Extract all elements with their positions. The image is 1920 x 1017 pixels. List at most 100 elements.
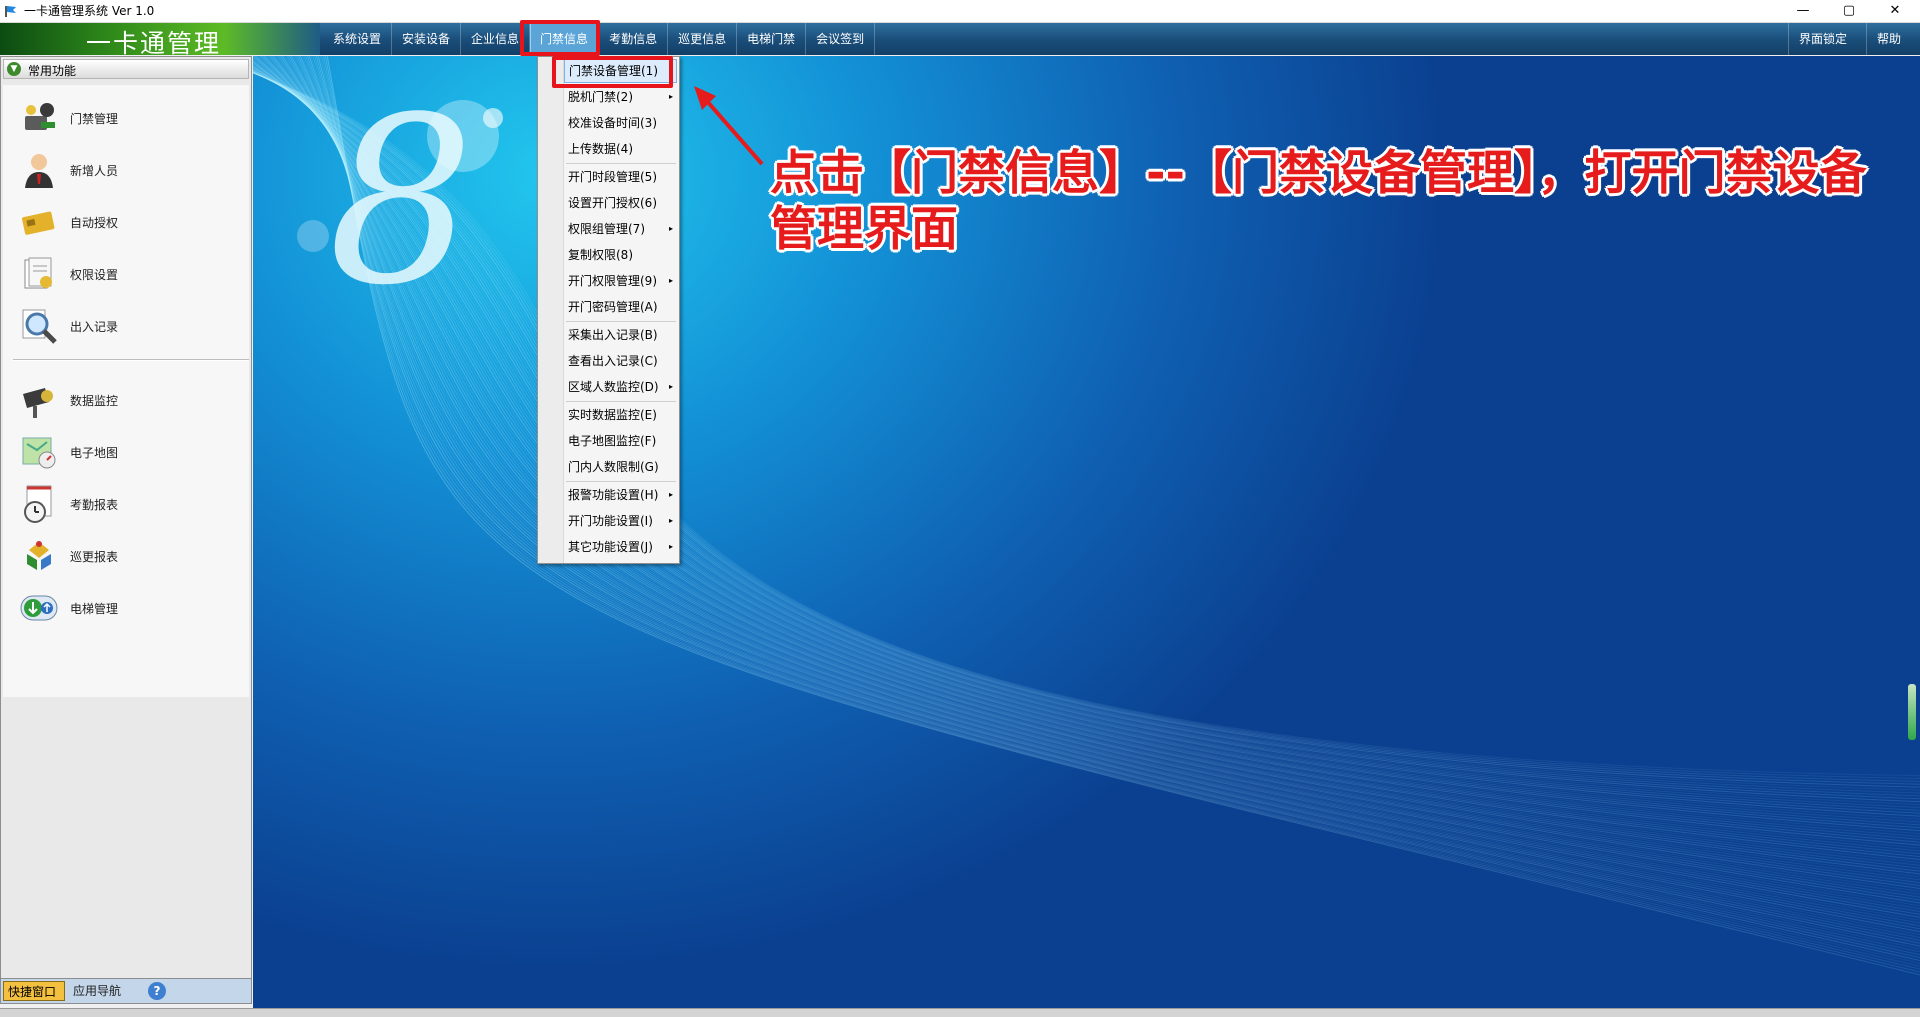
submenu-arrow-icon: ▸ bbox=[668, 224, 673, 233]
close-button[interactable]: ✕ bbox=[1872, 0, 1918, 22]
patrol-icon bbox=[27, 541, 51, 570]
map-icon bbox=[22, 437, 56, 469]
menu-item-upload-data[interactable]: 上传数据(4) bbox=[564, 137, 677, 161]
tab-app-navigation[interactable]: 应用导航 bbox=[69, 981, 133, 1001]
menu-item-collect-records[interactable]: 采集出入记录(B) bbox=[564, 323, 677, 347]
menu-item-calibrate-time[interactable]: 校准设备时间(3) bbox=[564, 111, 677, 135]
shortcut-label: 权限设置 bbox=[70, 268, 119, 282]
shortcut-add-person[interactable]: 新增人员 bbox=[3, 145, 249, 195]
menu-attendance-info[interactable]: 考勤信息 bbox=[599, 23, 669, 55]
clock-icon bbox=[24, 485, 52, 523]
menu-item-set-door-authorization[interactable]: 设置开门授权(6) bbox=[564, 191, 677, 215]
menu-item-alarm-settings[interactable]: 报警功能设置(H) ▸ bbox=[564, 483, 677, 507]
menu-item-realtime-monitor[interactable]: 实时数据监控(E) bbox=[564, 403, 677, 427]
shortcut-label: 电梯管理 bbox=[70, 602, 119, 616]
logo-8-graphic: 8 bbox=[297, 69, 503, 336]
logo: 一卡通管理 bbox=[0, 23, 320, 58]
menu-item-door-time-periods[interactable]: 开门时段管理(5) bbox=[564, 165, 677, 189]
card-icon bbox=[22, 211, 55, 235]
menu-item-label: 实时数据监控(E) bbox=[568, 408, 657, 422]
menu-item-other-settings[interactable]: 其它功能设置(J) ▸ bbox=[564, 535, 677, 559]
shortcut-permission-settings[interactable]: 权限设置 bbox=[3, 249, 249, 299]
menu-item-door-function-settings[interactable]: 开门功能设置(I) ▸ bbox=[564, 509, 677, 533]
menu-item-label: 权限组管理(7) bbox=[568, 222, 645, 236]
menu-item-door-password-management[interactable]: 开门密码管理(A) bbox=[564, 295, 677, 319]
submenu-arrow-icon: ▸ bbox=[668, 382, 673, 391]
svg-text:8: 8 bbox=[328, 69, 474, 336]
common-functions-header[interactable]: ▼ 常用功能 bbox=[3, 59, 249, 79]
menu-gutter bbox=[538, 57, 564, 563]
lock-interface-button[interactable]: 界面锁定 bbox=[1788, 23, 1857, 55]
collapse-icon[interactable]: ▼ bbox=[7, 62, 21, 76]
menu-item-label: 脱机门禁(2) bbox=[568, 90, 633, 104]
menu-item-label: 复制权限(8) bbox=[568, 248, 633, 262]
window-title: 一卡通管理系统 Ver 1.0 bbox=[24, 4, 155, 18]
magnifier-icon bbox=[22, 309, 57, 344]
tab-quick-window[interactable]: 快捷窗口 bbox=[3, 981, 65, 1001]
menu-item-label: 校准设备时间(3) bbox=[568, 116, 657, 130]
submenu-arrow-icon: ▸ bbox=[668, 490, 673, 499]
scroll-indicator[interactable] bbox=[1908, 684, 1916, 740]
title-bar: 一卡通管理系统 Ver 1.0 — ▢ ✕ bbox=[0, 0, 1920, 23]
logo-text: 一卡通管理 bbox=[86, 29, 222, 58]
menu-item-area-occupancy-monitor[interactable]: 区域人数监控(D) ▸ bbox=[564, 375, 677, 399]
shortcut-patrol-report[interactable]: 巡更报表 bbox=[3, 531, 249, 581]
shortcut-label: 门禁管理 bbox=[70, 112, 119, 126]
menu-item-label: 开门时段管理(5) bbox=[568, 170, 657, 184]
menu-item-label: 查看出入记录(C) bbox=[568, 354, 658, 368]
camera-icon bbox=[23, 388, 53, 418]
menu-item-label: 开门权限管理(9) bbox=[568, 274, 657, 288]
shortcut-label: 新增人员 bbox=[70, 164, 119, 178]
menu-system-settings[interactable]: 系统设置 bbox=[323, 23, 393, 55]
shortcut-data-monitor[interactable]: 数据监控 bbox=[3, 375, 249, 425]
annotation-text: 点击【门禁信息】--【门禁设备管理】，打开门禁设备管理界面 bbox=[770, 146, 1867, 257]
menu-separator bbox=[566, 481, 676, 482]
shortcut-label: 出入记录 bbox=[70, 320, 119, 334]
menu-item-indoor-limit[interactable]: 门内人数限制(G) bbox=[564, 455, 677, 479]
help-button[interactable]: 帮助 bbox=[1866, 23, 1911, 55]
menu-item-label: 开门密码管理(A) bbox=[568, 300, 658, 314]
shortcut-elevator-management[interactable]: 电梯管理 bbox=[3, 583, 249, 633]
shortcut-access-records[interactable]: 出入记录 bbox=[3, 301, 249, 351]
menu-item-label: 上传数据(4) bbox=[568, 142, 633, 156]
shortcut-access-management[interactable]: 门禁管理 bbox=[3, 93, 249, 143]
shortcut-attendance-report[interactable]: 考勤报表 bbox=[3, 479, 249, 529]
help-icon: ? bbox=[148, 982, 166, 1000]
menu-banner: 一卡通管理 系统设置 安装设备 企业信息 门禁信息 考勤信息 巡更信息 电梯门禁… bbox=[0, 23, 1920, 58]
minimize-button[interactable]: — bbox=[1780, 0, 1826, 22]
menu-install-device[interactable]: 安装设备 bbox=[392, 23, 462, 55]
panel-tabs: 快捷窗口 应用导航 ? bbox=[0, 978, 252, 1004]
maximize-button[interactable]: ▢ bbox=[1826, 0, 1872, 22]
shortcut-label: 数据监控 bbox=[70, 394, 119, 408]
shortcut-electronic-map[interactable]: 电子地图 bbox=[3, 427, 249, 477]
menu-meeting-signin[interactable]: 会议签到 bbox=[806, 23, 876, 55]
menu-item-label: 报警功能设置(H) bbox=[568, 488, 659, 502]
menu-item-label: 开门功能设置(I) bbox=[568, 514, 653, 528]
elevator-icon bbox=[20, 595, 58, 621]
menu-patrol-info[interactable]: 巡更信息 bbox=[668, 23, 738, 55]
submenu-arrow-icon: ▸ bbox=[668, 276, 673, 285]
submenu-arrow-icon: ▸ bbox=[668, 516, 673, 525]
menu-item-map-monitor[interactable]: 电子地图监控(F) bbox=[564, 429, 677, 453]
left-panel: ▼ 常用功能 门禁管理 新增人员 自动授权 权限设置 出入记录 数据监控 电子地… bbox=[0, 56, 252, 979]
access-control-icon bbox=[25, 103, 55, 130]
menu-item-permission-groups[interactable]: 权限组管理(7) ▸ bbox=[564, 217, 677, 241]
menu-item-view-records[interactable]: 查看出入记录(C) bbox=[564, 349, 677, 373]
menu-item-copy-permissions[interactable]: 复制权限(8) bbox=[564, 243, 677, 267]
menu-item-offline-access[interactable]: 脱机门禁(2) ▸ bbox=[564, 85, 677, 109]
divider bbox=[13, 359, 249, 361]
shortcut-auto-authorize[interactable]: 自动授权 bbox=[3, 197, 249, 247]
shortcut-label: 巡更报表 bbox=[70, 550, 119, 564]
menu-separator bbox=[566, 321, 676, 322]
menu-item-label: 电子地图监控(F) bbox=[568, 434, 657, 448]
help-tab[interactable]: ? bbox=[141, 981, 173, 1001]
menu-elevator-access[interactable]: 电梯门禁 bbox=[737, 23, 807, 55]
shortcut-label: 考勤报表 bbox=[70, 498, 119, 512]
document-icon bbox=[24, 257, 52, 289]
person-icon bbox=[25, 154, 53, 188]
menu-item-label: 采集出入记录(B) bbox=[568, 328, 658, 342]
menu-item-door-permission-management[interactable]: 开门权限管理(9) ▸ bbox=[564, 269, 677, 293]
menu-item-label: 其它功能设置(J) bbox=[568, 540, 653, 554]
shortcut-label: 自动授权 bbox=[70, 216, 119, 230]
app-icon bbox=[5, 6, 16, 17]
